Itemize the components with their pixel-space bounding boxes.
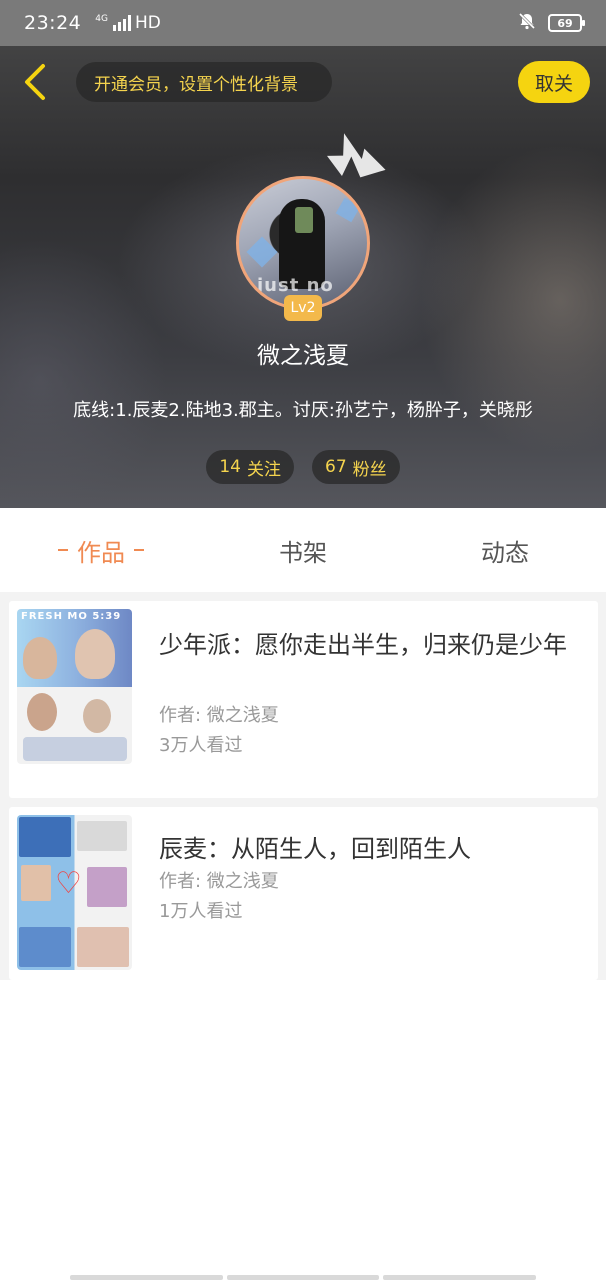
back-button[interactable] <box>14 60 54 104</box>
battery-level: 69 <box>557 16 573 30</box>
follow-stats: 14 关注 67 粉丝 <box>0 450 606 484</box>
unfollow-button[interactable]: 取关 <box>518 61 590 103</box>
vip-prompt-text: 开通会员，设置个性化背景 <box>94 74 298 95</box>
following-count: 14 <box>219 457 241 477</box>
network-type: 4G <box>95 14 108 24</box>
heart-icon: ♡ <box>55 866 82 901</box>
home-indicator <box>70 1275 537 1280</box>
works-list: FRESH MO 5:39 少年派：愿你走出半生，归来仍是少年 作者: 微之浅夏… <box>0 592 606 980</box>
level-badge: Lv2 <box>284 295 322 321</box>
tab-bookshelf[interactable]: 书架 <box>202 508 404 592</box>
profile-tabs: 作品 书架 动态 <box>0 508 606 592</box>
fans-label: 粉丝 <box>352 459 387 480</box>
work-views: 3万人看过 <box>159 735 243 756</box>
work-author: 作者: 微之浅夏 <box>159 705 279 726</box>
tab-activity-label: 动态 <box>481 538 529 567</box>
fans-count: 67 <box>325 457 347 477</box>
work-views: 1万人看过 <box>159 901 243 922</box>
tab-active-dash-left <box>58 549 68 551</box>
profile-header: 23:24 4G HD 69 开通会员，设置个性化背景 取关 just no L… <box>0 0 606 508</box>
tab-works[interactable]: 作品 <box>0 508 202 592</box>
work-author: 作者: 微之浅夏 <box>159 871 279 892</box>
signal-icon <box>112 15 131 31</box>
bio: 底线:1.辰麦2.陆地3.郡主。讨厌:孙艺宁，杨肸子，关晓彤 <box>73 400 533 421</box>
battery-icon: 69 <box>548 14 585 32</box>
tab-bookshelf-label: 书架 <box>279 538 327 567</box>
fans-button[interactable]: 67 粉丝 <box>312 450 400 484</box>
tab-activity[interactable]: 动态 <box>404 508 606 592</box>
work-cover-image[interactable]: FRESH MO 5:39 <box>17 609 132 764</box>
status-bar: 23:24 4G HD 69 <box>0 0 606 46</box>
following-label: 关注 <box>247 459 281 480</box>
username: 微之浅夏 <box>257 343 349 369</box>
back-chevron-icon <box>25 64 45 100</box>
cover-text: FRESH MO 5:39 <box>21 611 122 622</box>
following-button[interactable]: 14 关注 <box>206 450 294 484</box>
work-card[interactable]: ♡ 辰麦：从陌生人，回到陌生人 作者: 微之浅夏 1万人看过 <box>9 807 598 980</box>
mute-bell-icon <box>518 12 536 34</box>
avatar-overlay-text: just no <box>257 275 334 296</box>
work-title[interactable]: 辰麦：从陌生人，回到陌生人 <box>159 829 598 864</box>
tab-works-label: 作品 <box>77 538 125 567</box>
network-indicator: 4G <box>95 15 131 31</box>
avatar-image: just no <box>236 176 370 310</box>
hd-indicator: HD <box>134 13 161 33</box>
vip-background-prompt[interactable]: 开通会员，设置个性化背景 <box>76 62 332 102</box>
work-title[interactable]: 少年派：愿你走出半生，归来仍是少年 <box>159 625 598 660</box>
avatar[interactable]: just no <box>236 176 370 310</box>
status-time: 23:24 <box>24 12 82 34</box>
work-card[interactable]: FRESH MO 5:39 少年派：愿你走出半生，归来仍是少年 作者: 微之浅夏… <box>9 601 598 798</box>
work-cover-image[interactable]: ♡ <box>17 815 132 970</box>
tab-active-dash-right <box>134 549 144 551</box>
